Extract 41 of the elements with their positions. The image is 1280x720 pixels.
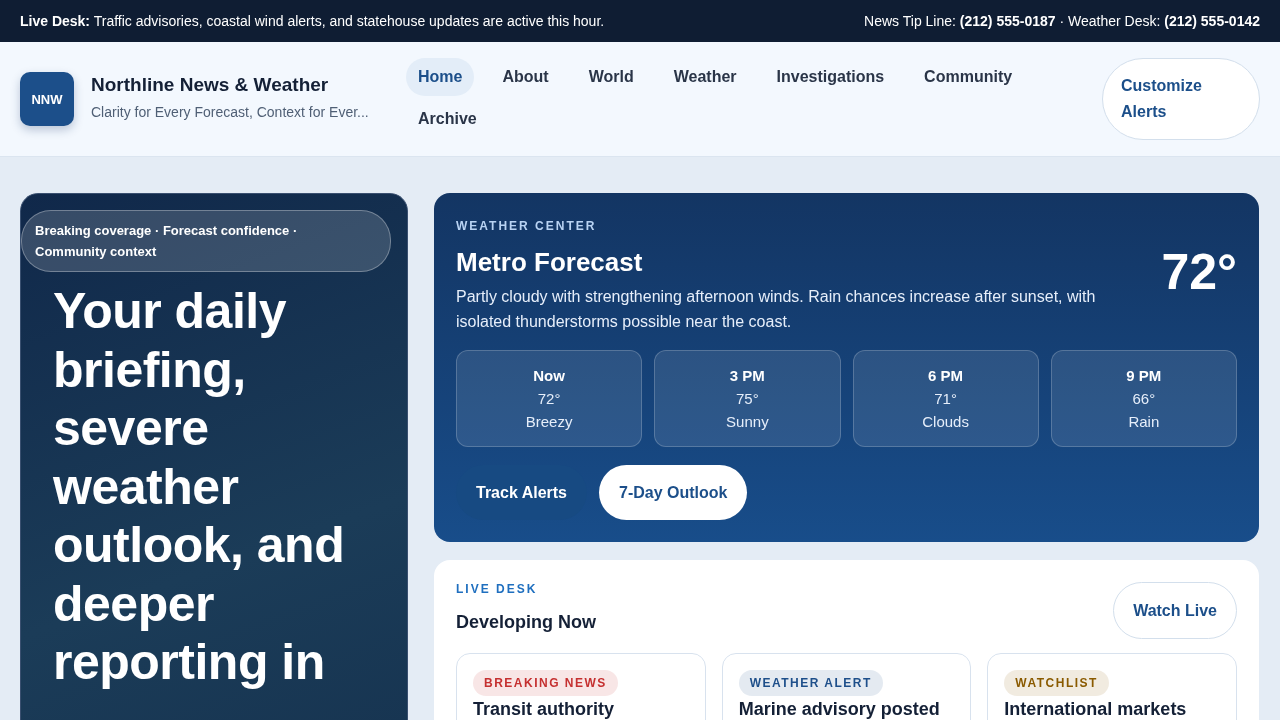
hour-condition: Breezy	[525, 413, 573, 430]
hour-label: 6 PM	[928, 367, 964, 384]
story-headline[interactable]: Marine advisory posted	[738, 699, 955, 720]
nav-link[interactable]: Weather	[661, 58, 749, 96]
forecast-button[interactable]: 7-Day Outlook	[599, 465, 748, 520]
forecast-summary: Partly cloudy with strengthening afternoon winds. Rain chances increase after sunset, with isolated thunderstorms possible near the coast.	[456, 287, 1097, 332]
site-title: Northline News & Weather	[91, 74, 330, 96]
logo[interactable]: NNW	[20, 72, 74, 126]
nav-link[interactable]: Archive	[406, 100, 489, 138]
customize-alerts-button[interactable]: Customize Alerts	[1102, 58, 1260, 140]
hour-temperature: 75°	[736, 390, 759, 407]
hour-condition: Rain	[1128, 413, 1160, 430]
hour-label: 9 PM	[1126, 367, 1162, 384]
nav-link[interactable]: Investigations	[764, 58, 897, 96]
nav-link[interactable]: Home	[406, 58, 475, 96]
hour-temperature: 72°	[537, 390, 561, 407]
section-eyebrow: LIVE DESK	[456, 582, 539, 596]
section-eyebrow: WEATHER CENTER	[456, 219, 598, 233]
story-headline[interactable]: Transit authority	[473, 699, 689, 720]
nav-link[interactable]: About	[490, 58, 561, 96]
site-tagline: Clarity for Every Forecast, Context for Ever...	[91, 104, 370, 120]
hour-label: Now	[533, 367, 565, 384]
hour-condition: Clouds	[922, 413, 969, 430]
live-desk-title: Developing Now	[456, 612, 596, 633]
nav-link[interactable]: Community	[912, 58, 1025, 96]
nav-link[interactable]: World	[576, 58, 646, 96]
current-temperature: 72°	[1161, 243, 1237, 301]
forecast-title: Metro Forecast	[456, 247, 644, 278]
hour-condition: Sunny	[726, 413, 769, 430]
watch-live-button[interactable]: Watch Live	[1113, 582, 1237, 639]
hour-label: 3 PM	[729, 367, 765, 384]
hero-pill: Breaking coverage · Forecast confidence · Community context	[21, 210, 391, 272]
story-tag: WATCHLIST	[1004, 670, 1109, 696]
hour-temperature: 71°	[934, 390, 957, 407]
hero-headline: Your daily briefing, severe weather outlook, and deeper reporting in	[53, 282, 346, 692]
contact-info: News Tip Line: (212) 555-0187 · Weather Desk: (212) 555-0142	[864, 13, 1260, 29]
story-tag: WEATHER ALERT	[738, 670, 883, 696]
live-desk-message: Live Desk: Traffic advisories, coastal wind alerts, and statehouse updates are active this hour.	[20, 13, 605, 29]
story-tag: BREAKING NEWS	[473, 670, 618, 696]
hour-temperature: 66°	[1132, 390, 1156, 407]
story-headline[interactable]: International markets	[1004, 699, 1220, 720]
